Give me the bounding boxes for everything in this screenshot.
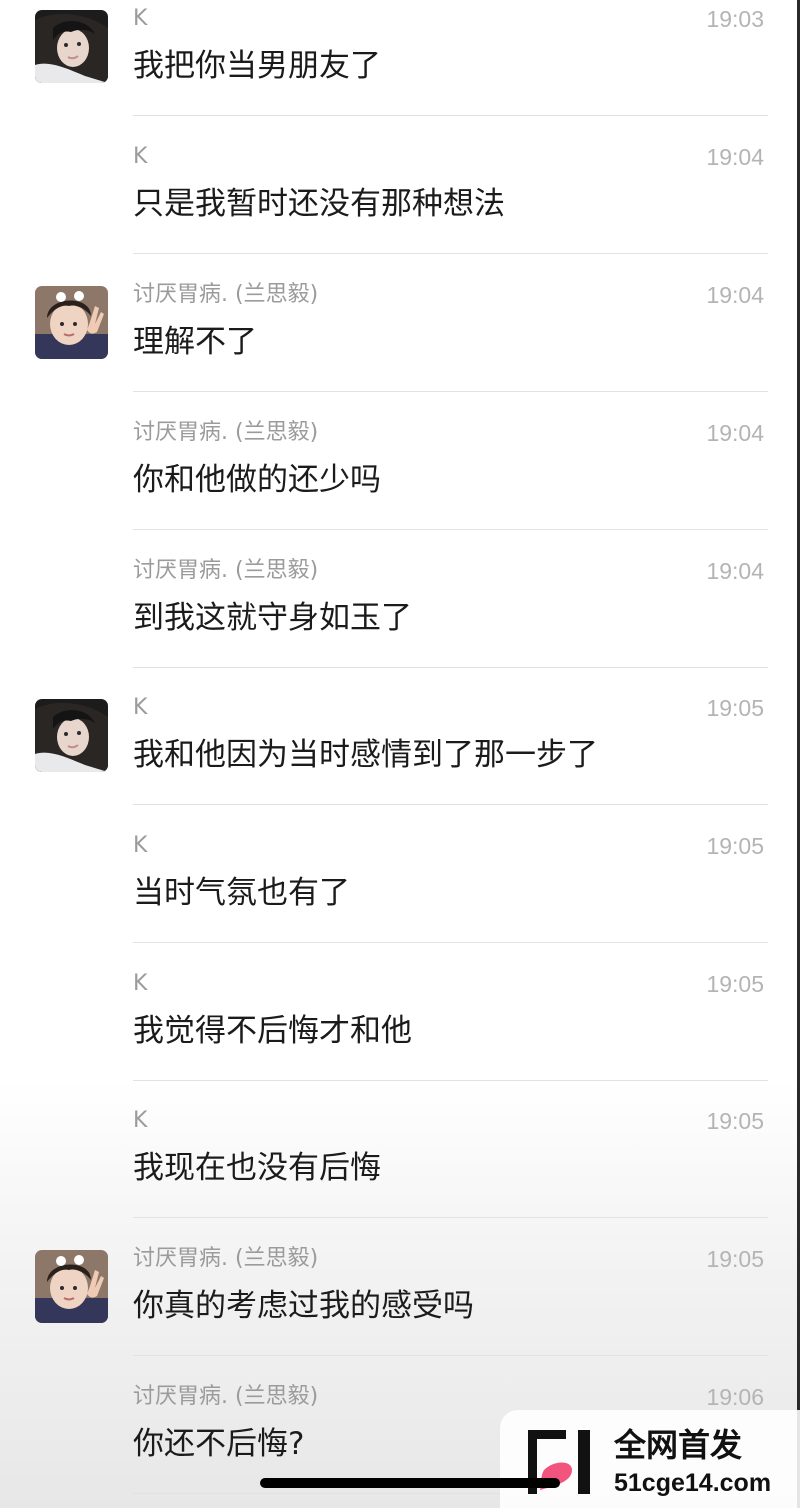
message-item[interactable]: 讨厌胃病. (兰思毅) 19:04 理解不了 [0, 276, 800, 414]
sender-name: K [133, 971, 148, 996]
message-time: 19:03 [706, 6, 764, 32]
message-item[interactable]: K 19:04 只是我暂时还没有那种想法 [0, 138, 800, 276]
message-item[interactable]: K 19:05 我现在也没有后悔 [0, 1102, 800, 1240]
message-item[interactable]: K 19:05 我和他因为当时感情到了那一步了 [0, 689, 800, 827]
message-text[interactable]: 我现在也没有后悔 [133, 1146, 381, 1190]
message-text[interactable]: 你真的考虑过我的感受吗 [133, 1284, 474, 1328]
message-text[interactable]: 你和他做的还少吗 [133, 458, 381, 502]
sender-name: 讨厌胃病. (兰思毅) [133, 1246, 319, 1271]
sender-name: K [133, 1108, 148, 1133]
message-text[interactable]: 当时气氛也有了 [133, 871, 350, 915]
avatar-k[interactable] [35, 10, 108, 83]
sender-name: 讨厌胃病. (兰思毅) [133, 1384, 319, 1409]
divider [133, 391, 768, 392]
home-indicator[interactable] [260, 1478, 560, 1488]
message-text[interactable]: 你还不后悔? [133, 1422, 304, 1466]
divider [133, 804, 768, 805]
chat-history-screen: K 19:03 我把你当男朋友了 K 19:04 只是我暂时还没有那种想法 讨厌… [0, 0, 800, 1508]
message-text[interactable]: 只是我暂时还没有那种想法 [133, 182, 505, 226]
message-time: 19:04 [706, 420, 764, 446]
message-time: 19:05 [706, 833, 764, 859]
sender-name: 讨厌胃病. (兰思毅) [133, 282, 319, 307]
message-time: 19:05 [706, 695, 764, 721]
sender-name: 讨厌胃病. (兰思毅) [133, 558, 319, 583]
message-text[interactable]: 理解不了 [133, 320, 257, 364]
watermark-title: 全网首发 [614, 1426, 743, 1464]
message-time: 19:05 [706, 1108, 764, 1134]
message-item[interactable]: K 19:05 当时气氛也有了 [0, 827, 800, 965]
divider [133, 115, 768, 116]
divider [133, 529, 768, 530]
message-item[interactable]: K 19:05 我觉得不后悔才和他 [0, 965, 800, 1103]
watermark: 全网首发 51cge14.com [500, 1410, 800, 1508]
message-time: 19:05 [706, 971, 764, 997]
avatar-k[interactable] [35, 699, 108, 772]
avatar-lan[interactable] [35, 1250, 108, 1323]
divider [133, 253, 768, 254]
sender-name: K [133, 6, 148, 31]
message-text[interactable]: 我把你当男朋友了 [133, 44, 381, 88]
divider [133, 1355, 768, 1356]
message-item[interactable]: 讨厌胃病. (兰思毅) 19:04 你和他做的还少吗 [0, 414, 800, 552]
sender-name: 讨厌胃病. (兰思毅) [133, 420, 319, 445]
message-time: 19:05 [706, 1246, 764, 1272]
message-text[interactable]: 我觉得不后悔才和他 [133, 1009, 412, 1053]
watermark-url: 51cge14.com [614, 1469, 772, 1497]
divider [133, 1080, 768, 1081]
divider [133, 1217, 768, 1218]
message-time: 19:06 [706, 1384, 764, 1410]
message-text[interactable]: 到我这就守身如玉了 [133, 596, 412, 640]
sender-name: K [133, 695, 148, 720]
message-item[interactable]: 讨厌胃病. (兰思毅) 19:05 你真的考虑过我的感受吗 [0, 1240, 800, 1378]
avatar-lan[interactable] [35, 286, 108, 359]
message-time: 19:04 [706, 144, 764, 170]
message-time: 19:04 [706, 282, 764, 308]
message-time: 19:04 [706, 558, 764, 584]
sender-name: K [133, 144, 148, 169]
message-text[interactable]: 我和他因为当时感情到了那一步了 [133, 733, 598, 777]
divider [133, 942, 768, 943]
divider [133, 667, 768, 668]
message-item[interactable]: K 19:03 我把你当男朋友了 [0, 0, 800, 138]
sender-name: K [133, 833, 148, 858]
message-item[interactable]: 讨厌胃病. (兰思毅) 19:04 到我这就守身如玉了 [0, 552, 800, 690]
